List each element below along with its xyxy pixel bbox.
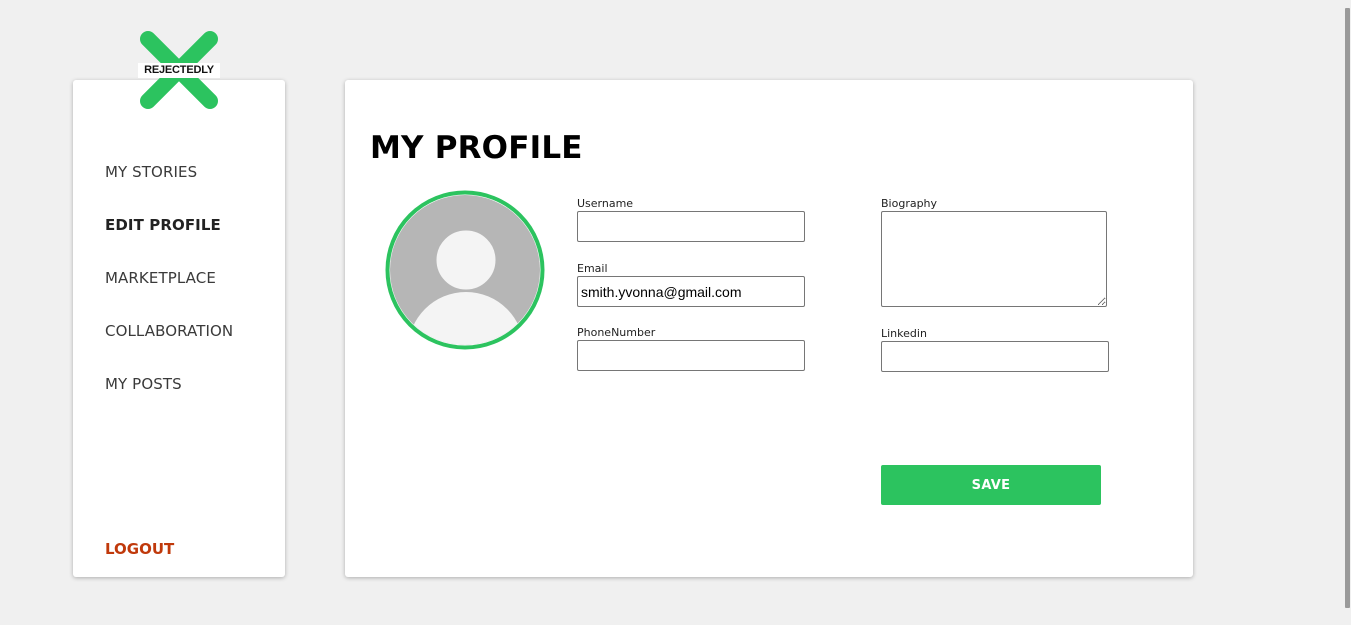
user-avatar-icon[interactable] [385,190,545,350]
sidebar-item-my-posts[interactable]: MY POSTS [105,375,182,393]
sidebar-item-marketplace[interactable]: MARKETPLACE [105,269,216,287]
biography-label: Biography [881,197,938,210]
sidebar-item-my-stories[interactable]: MY STORIES [105,163,197,181]
linkedin-input[interactable] [881,341,1109,372]
sidebar: MY STORIES EDIT PROFILE MARKETPLACE COLL… [73,80,285,577]
save-button[interactable]: SAVE [881,465,1101,505]
email-input[interactable] [577,276,805,307]
sidebar-item-edit-profile[interactable]: EDIT PROFILE [105,216,221,234]
page-title: MY PROFILE [370,130,583,166]
biography-textarea[interactable] [881,211,1107,307]
username-label: Username [577,197,634,210]
sidebar-item-collaboration[interactable]: COLLABORATION [105,322,233,340]
profile-panel: MY PROFILE Username Email PhoneNumber Bi… [345,80,1193,577]
logout-link[interactable]: LOGOUT [105,540,174,558]
brand-name: REJECTEDLY [144,64,214,76]
linkedin-label: Linkedin [881,327,927,340]
scrollbar-thumb[interactable] [1345,8,1350,608]
email-label: Email [577,262,608,275]
page-scrollbar[interactable] [1343,0,1351,625]
brand-logo[interactable]: REJECTEDLY [138,30,220,110]
phone-number-input[interactable] [577,340,805,371]
phone-number-label: PhoneNumber [577,326,656,339]
username-input[interactable] [577,211,805,242]
